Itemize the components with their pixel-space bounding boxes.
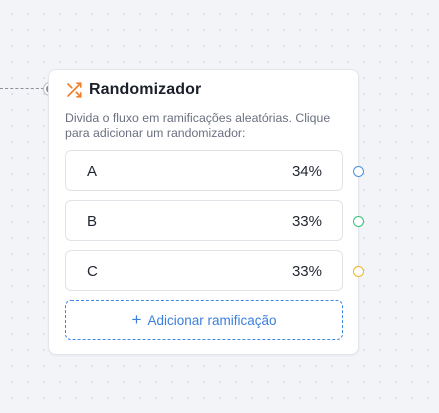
branch-percentage: 34% xyxy=(291,163,322,180)
branch-row-b[interactable]: B 33% xyxy=(65,200,343,241)
branch-percentage: 33% xyxy=(291,263,322,280)
branch-label: C xyxy=(87,263,98,280)
branch-row-c[interactable]: C 33% xyxy=(65,250,343,291)
node-title: Randomizador xyxy=(89,81,202,98)
node-header: Randomizador xyxy=(65,81,201,99)
randomizer-node[interactable]: Randomizador Divida o fluxo em ramificaç… xyxy=(48,69,364,355)
branch-a-output-handle[interactable] xyxy=(353,166,364,177)
incoming-connection-edge xyxy=(0,88,44,89)
add-branch-label: Adicionar ramificação xyxy=(147,312,277,328)
branch-c-output-handle[interactable] xyxy=(353,266,364,277)
flow-canvas: { "node": { "title": "Randomizador", "ic… xyxy=(0,0,439,413)
plus-icon: + xyxy=(131,310,142,329)
branch-row-a[interactable]: A 34% xyxy=(65,150,343,191)
branch-b-output-handle[interactable] xyxy=(353,216,364,227)
node-description: Divida o fluxo em ramificações aleatória… xyxy=(65,111,331,140)
branch-label: A xyxy=(87,163,98,180)
add-branch-button[interactable]: + Adicionar ramificação xyxy=(65,300,343,340)
shuffle-icon xyxy=(67,82,82,98)
branch-percentage: 33% xyxy=(291,213,322,230)
branch-label: B xyxy=(87,213,98,230)
